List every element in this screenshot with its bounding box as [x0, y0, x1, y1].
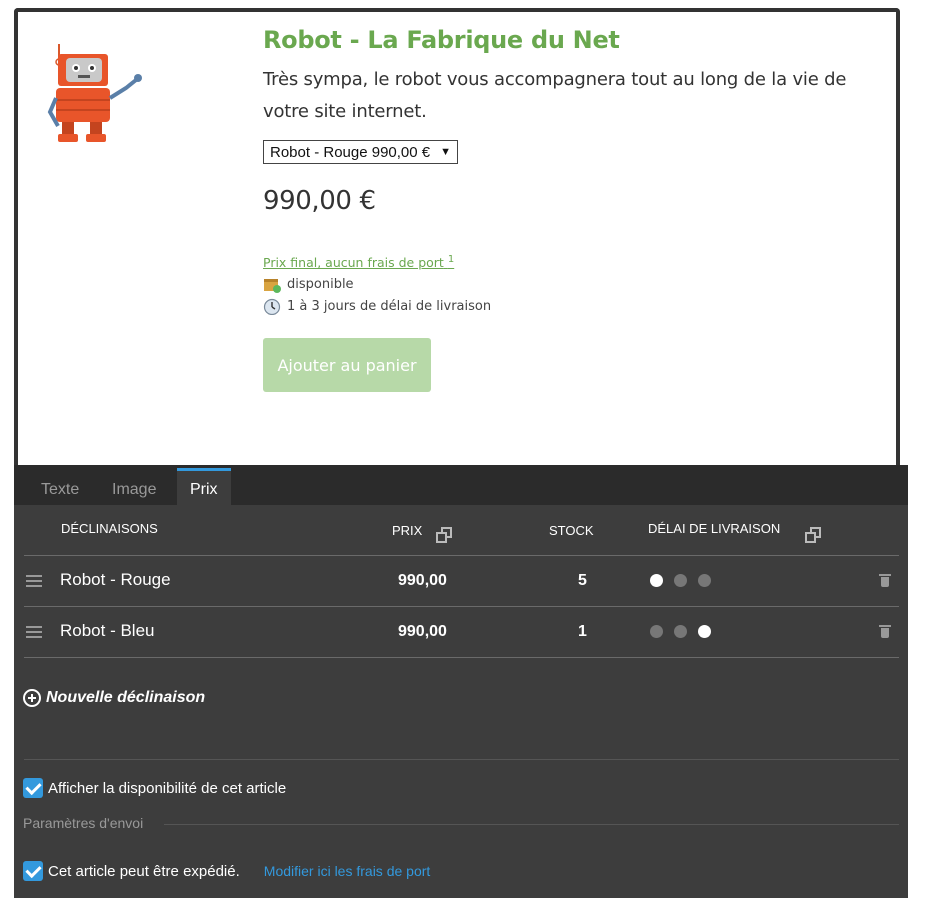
tab-bar: Texte Image Prix [14, 465, 908, 508]
product-preview: Robot - La Fabrique du Net Très sympa, l… [14, 8, 900, 466]
tab-prix[interactable]: Prix [177, 468, 231, 508]
tab-image[interactable]: Image [112, 471, 156, 505]
variant-row: Robot - Bleu 990,00 1 [24, 606, 899, 658]
shipping-info-link[interactable]: Prix final, aucun frais de port 1 [263, 254, 454, 270]
delivery-delay-selector [650, 574, 711, 587]
add-to-cart-button[interactable]: Ajouter au panier [263, 338, 431, 393]
delete-variant-icon[interactable] [879, 574, 891, 587]
variant-select[interactable]: Robot - Rouge 990,00 € ▼ [263, 140, 459, 164]
drag-handle-icon[interactable] [26, 575, 42, 590]
header-stock: STOCK [549, 523, 594, 538]
delivery-text: 1 à 3 jours de délai de livraison [287, 299, 492, 315]
divider [164, 824, 899, 825]
delay-short-icon[interactable] [650, 574, 663, 587]
shippable-label: Cet article peut être expédié. [48, 862, 240, 880]
shipping-info-text: Prix final, aucun frais de port [263, 255, 444, 271]
copy-price-icon[interactable] [436, 527, 452, 543]
availability-row: disponible [263, 275, 883, 294]
shipping-section-label: Paramètres d'envoi [23, 815, 144, 831]
variant-stock[interactable]: 1 [578, 623, 587, 641]
add-variant-label: Nouvelle déclinaison [46, 689, 206, 706]
delay-long-icon[interactable] [698, 574, 711, 587]
header-variants: DÉCLINAISONS [61, 521, 158, 536]
variant-price[interactable]: 990,00 [398, 572, 447, 590]
delay-short-icon[interactable] [650, 625, 663, 638]
tab-texte[interactable]: Texte [41, 471, 79, 505]
modify-shipping-link[interactable]: Modifier ici les frais de port [264, 863, 431, 879]
divider [24, 759, 899, 760]
shippable-checkbox-row[interactable]: Cet article peut être expédié. Modifier … [23, 861, 430, 881]
delay-medium-icon[interactable] [674, 625, 687, 638]
delay-long-icon[interactable] [698, 625, 711, 638]
product-title: Robot - La Fabrique du Net [263, 26, 620, 54]
shipping-footnote: 1 [447, 254, 455, 265]
variant-name[interactable]: Robot - Bleu [60, 621, 155, 641]
product-price: 990,00 € [263, 186, 376, 216]
availability-text: disponible [287, 277, 354, 293]
shippable-checkbox[interactable] [23, 861, 43, 881]
variant-select-value: Robot - Rouge 990,00 € [270, 143, 431, 161]
variant-row: Robot - Rouge 990,00 5 [24, 555, 899, 606]
copy-delay-icon[interactable] [805, 527, 821, 543]
header-delay: DÉLAI DE LIVRAISON [648, 521, 781, 536]
delay-medium-icon[interactable] [674, 574, 687, 587]
product-description: Très sympa, le robot vous accompagnera t… [263, 69, 847, 122]
show-availability-checkbox[interactable] [23, 778, 43, 798]
plus-circle-icon [23, 689, 41, 707]
header-price: PRIX [392, 523, 423, 538]
delete-variant-icon[interactable] [879, 625, 891, 638]
variant-name[interactable]: Robot - Rouge [60, 570, 171, 590]
variant-stock[interactable]: 5 [578, 572, 587, 590]
dropdown-arrow-icon: ▼ [440, 146, 452, 158]
variant-price[interactable]: 990,00 [398, 623, 447, 641]
package-available-icon [264, 279, 281, 294]
drag-handle-icon[interactable] [26, 626, 42, 641]
price-editor-panel: Texte Image Prix DÉCLINAISONS PRIX STOCK… [14, 465, 908, 898]
delivery-row: 1 à 3 jours de délai de livraison [263, 297, 883, 316]
robot-image [47, 44, 142, 142]
show-availability-checkbox-row[interactable]: Afficher la disponibilité de cet article [23, 778, 286, 798]
add-variant-button[interactable]: Nouvelle déclinaison [23, 689, 205, 707]
clock-icon [263, 299, 281, 316]
show-availability-label: Afficher la disponibilité de cet article [48, 779, 287, 797]
delivery-delay-selector [650, 625, 711, 638]
